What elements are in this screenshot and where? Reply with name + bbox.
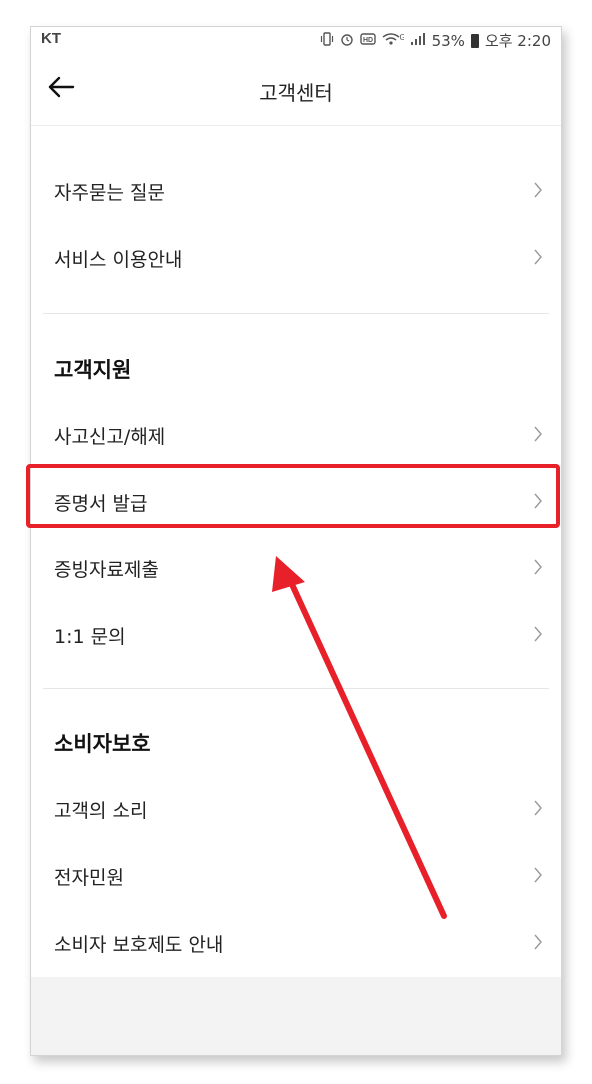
hd-icon: HD [359, 32, 376, 50]
menu-item-faq[interactable]: 자주묻는 질문 [43, 158, 549, 224]
chevron-right-icon [534, 182, 542, 198]
phone-screen: KT HD G 53% 오후 2:20 [30, 26, 562, 1056]
carrier-label: KT [41, 30, 61, 47]
menu-item-label: 증빙자료제출 [54, 558, 159, 581]
menu-item-service-guide[interactable]: 서비스 이용안내 [43, 225, 549, 291]
signal-icon [410, 32, 426, 50]
chevron-right-icon [534, 559, 542, 575]
menu-item-label: 서비스 이용안내 [54, 248, 183, 271]
menu-item-label: 소비자 보호제도 안내 [54, 933, 224, 956]
wifi-icon: G [382, 32, 405, 50]
chevron-right-icon [534, 426, 542, 442]
wifi-label: G [399, 33, 404, 42]
menu-item-e-civil-complaint[interactable]: 전자민원 [43, 843, 549, 909]
chevron-right-icon [534, 934, 542, 950]
footer-area [31, 977, 561, 1055]
menu-item-one-on-one-inquiry[interactable]: 1:1 문의 [43, 602, 549, 668]
menu-item-evidence-submission[interactable]: 증빙자료제출 [43, 535, 549, 601]
battery-percent: 53% [431, 31, 465, 50]
page-title: 고객센터 [259, 81, 333, 105]
chevron-right-icon [534, 867, 542, 883]
section-heading-customer-support: 고객지원 [54, 358, 132, 382]
menu-item-customer-voice[interactable]: 고객의 소리 [43, 776, 549, 842]
status-bar: KT HD G 53% 오후 2:20 [31, 27, 561, 53]
menu-item-label: 고객의 소리 [54, 799, 148, 822]
menu-item-label: 전자민원 [54, 866, 124, 889]
section-heading-consumer-protection: 소비자보호 [54, 732, 151, 756]
app-bar: 고객센터 [31, 53, 561, 126]
menu-item-certificate-issuance[interactable]: 증명서 발급 [43, 469, 549, 535]
chevron-right-icon [534, 800, 542, 816]
menu-item-label: 증명서 발급 [54, 492, 148, 515]
section-divider [43, 688, 549, 689]
menu-item-label: 사고신고/해제 [54, 425, 166, 448]
menu-item-label: 자주묻는 질문 [54, 181, 165, 204]
battery-icon [470, 33, 479, 48]
status-icons: HD G 53% 오후 2:20 [320, 30, 551, 51]
menu-item-accident-report[interactable]: 사고신고/해제 [43, 402, 549, 468]
svg-text:HD: HD [363, 37, 373, 44]
alarm-icon [340, 32, 354, 50]
clock: 오후 2:20 [484, 32, 551, 50]
vibrate-icon [320, 31, 334, 50]
chevron-right-icon [534, 493, 542, 509]
chevron-right-icon [534, 249, 542, 265]
section-divider [43, 313, 549, 314]
chevron-right-icon [534, 626, 542, 642]
menu-item-consumer-protection-guide[interactable]: 소비자 보호제도 안내 [43, 910, 549, 976]
menu-item-label: 1:1 문의 [54, 625, 126, 648]
